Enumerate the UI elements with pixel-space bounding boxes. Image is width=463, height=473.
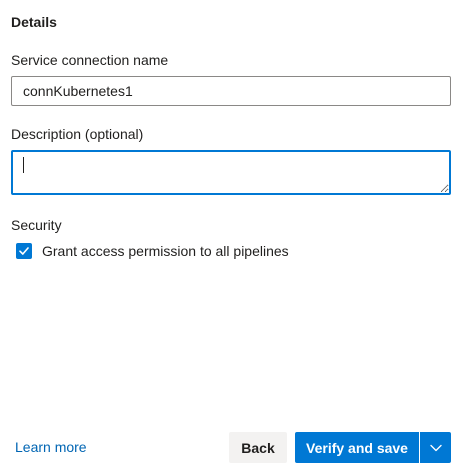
text-caret <box>23 157 24 173</box>
grant-access-label: Grant access permission to all pipelines <box>42 243 289 259</box>
security-label: Security <box>11 217 62 233</box>
service-connection-name-input[interactable] <box>11 76 451 106</box>
details-panel: Details Service connection name Descript… <box>0 0 463 473</box>
grant-access-checkbox[interactable] <box>16 243 32 259</box>
verify-options-dropdown-button[interactable] <box>420 432 451 463</box>
verify-and-save-button[interactable]: Verify and save <box>295 432 419 463</box>
back-button[interactable]: Back <box>229 432 287 463</box>
description-label: Description (optional) <box>11 126 144 142</box>
description-input[interactable] <box>11 150 451 195</box>
chevron-down-icon <box>429 444 442 451</box>
section-title: Details <box>11 14 57 30</box>
service-connection-name-label: Service connection name <box>11 52 169 68</box>
grant-access-checkbox-row[interactable]: Grant access permission to all pipelines <box>16 243 289 259</box>
checkmark-icon <box>19 247 29 255</box>
learn-more-link[interactable]: Learn more <box>15 439 87 455</box>
